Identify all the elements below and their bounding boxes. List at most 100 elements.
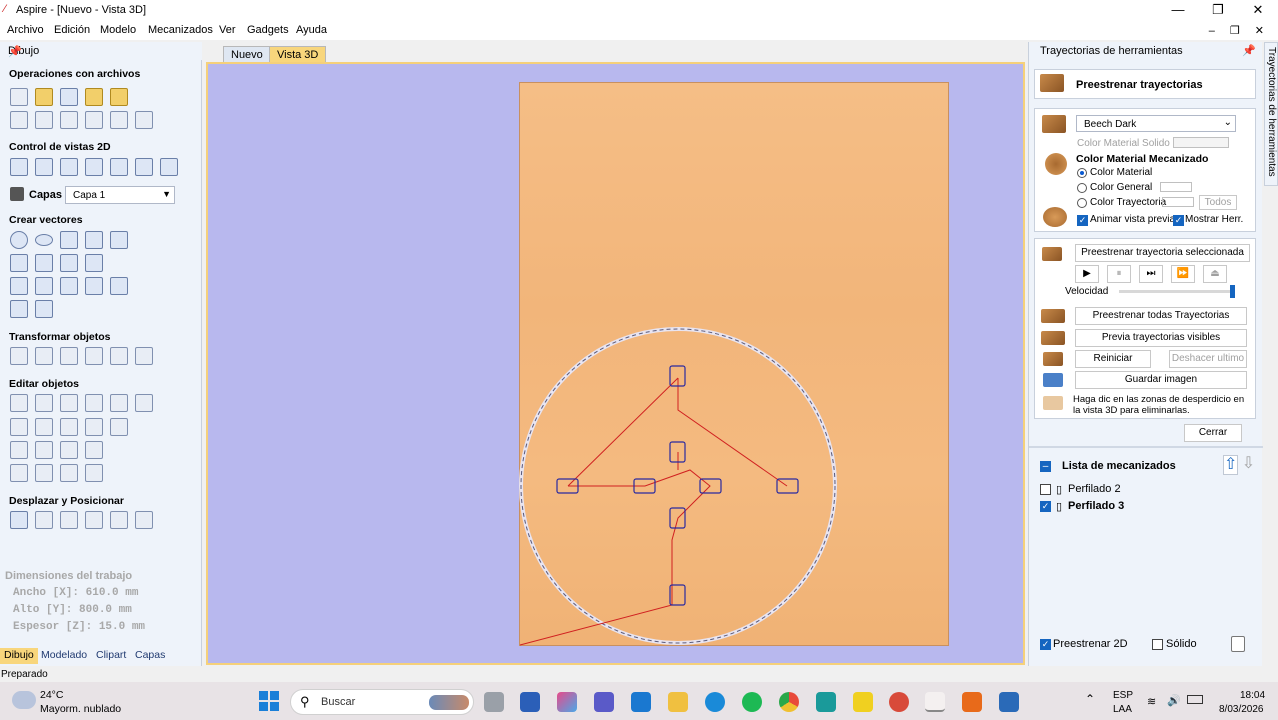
radio-material-label: Color Material — [1090, 167, 1153, 178]
app-icon[interactable] — [999, 692, 1019, 712]
material-value: Beech Dark — [1084, 119, 1137, 130]
close-panel-button[interactable]: Cerrar — [1184, 424, 1242, 442]
radio-general-color[interactable] — [1077, 183, 1087, 193]
preview-header: Preestrenar trayectorias — [1034, 69, 1256, 99]
toolpath-line — [677, 378, 788, 487]
material-icon — [1042, 115, 1066, 133]
sticky-notes-icon[interactable] — [853, 692, 873, 712]
radio-toolpath-label: Color Trayectoria — [1090, 197, 1167, 208]
battery-icon[interactable] — [1187, 695, 1203, 704]
toolpath-checkbox-1[interactable] — [1040, 484, 1051, 495]
radio-general-label: Color General — [1090, 182, 1153, 193]
vertical-tab-toolpaths[interactable]: Trayectorias de herramientas — [1264, 42, 1278, 186]
waste-area-icon — [1043, 396, 1063, 410]
save-image-button[interactable]: Guardar imagen — [1075, 371, 1247, 389]
aspire-taskbar-icon[interactable] — [925, 692, 945, 712]
preview2d-label: Preestrenar 2D — [1053, 638, 1128, 650]
material-select[interactable]: Beech Dark ⌄ — [1076, 115, 1236, 132]
machined-material-icon — [1045, 153, 1067, 175]
reset-view-button[interactable]: ⏏ — [1203, 265, 1227, 283]
weather-temp: 24°C — [40, 689, 64, 701]
arduino-icon[interactable] — [816, 692, 836, 712]
collapse-list-button[interactable]: – — [1040, 461, 1051, 472]
outlook-icon[interactable] — [631, 692, 651, 712]
clock-date[interactable]: 8/03/2026 — [1219, 704, 1264, 715]
word-icon[interactable] — [520, 692, 540, 712]
preview-visible-button[interactable]: Previa trayectorias visibles — [1075, 329, 1247, 347]
copilot-icon[interactable] — [557, 692, 577, 712]
fast-forward-button[interactable]: ⏩ — [1171, 265, 1195, 283]
toolpath-bit-icon: ▯ — [1056, 501, 1063, 513]
spotify-icon[interactable] — [742, 692, 762, 712]
weather-desc: Mayorm. nublado — [40, 703, 122, 715]
toolpath-name-2[interactable]: Perfilado 3 — [1068, 500, 1124, 512]
solid-color-swatch[interactable] — [1173, 137, 1229, 148]
search-icon: ⚲ — [300, 694, 310, 709]
toolpath-name-1[interactable]: Perfilado 2 — [1068, 483, 1121, 495]
vertical-tab-label: Trayectorias de herramientas — [1266, 47, 1277, 177]
preview-all-button[interactable]: Preestrenar todas Trayectorias — [1075, 307, 1247, 325]
teams-icon[interactable] — [594, 692, 614, 712]
selected-toolpath-icon — [1042, 247, 1062, 261]
status-bar: Preparado — [0, 668, 1278, 682]
status-text: Preparado — [1, 669, 48, 680]
speed-slider-thumb[interactable] — [1230, 285, 1235, 298]
radio-material-color[interactable] — [1077, 168, 1087, 178]
toolpath-checkbox-2[interactable]: ✓ — [1040, 501, 1051, 512]
task-view-icon[interactable] — [484, 692, 504, 712]
pause-button[interactable]: ⏸ — [1107, 265, 1131, 283]
animate-tool-icon — [1043, 207, 1067, 227]
solid-label: Sólido — [1166, 638, 1197, 650]
language-1[interactable]: ESP — [1113, 690, 1133, 701]
search-highlight-icon — [429, 695, 469, 710]
preview-controls-box: Preestrenar trayectoria seleccionada ▶ ⏸… — [1034, 238, 1256, 419]
pin-icon[interactable]: 📌 — [1242, 44, 1256, 57]
speed-label: Velocidad — [1065, 286, 1109, 297]
powerpoint-icon[interactable] — [889, 692, 909, 712]
toolpath-line — [567, 377, 679, 487]
move-down-icon[interactable]: ⇩ — [1241, 455, 1256, 475]
undo-last-button[interactable]: Deshacer ultimo — [1169, 350, 1247, 368]
taskbar-search[interactable]: ⚲ Buscar — [290, 689, 474, 715]
general-color-swatch[interactable] — [1160, 182, 1192, 192]
delete-icon[interactable] — [1231, 636, 1245, 652]
clock-time[interactable]: 18:04 — [1240, 690, 1265, 701]
divider — [1029, 446, 1263, 448]
preview-tool-icon — [1040, 74, 1064, 92]
toolpath-color-swatch[interactable] — [1162, 197, 1194, 207]
preview2d-checkbox[interactable]: ✓ — [1040, 639, 1051, 650]
search-placeholder: Buscar — [321, 696, 356, 708]
todos-button[interactable]: Todos — [1199, 195, 1237, 210]
reset-button[interactable]: Reiniciar — [1075, 350, 1151, 368]
fusion-icon[interactable] — [962, 692, 982, 712]
chrome-icon[interactable] — [779, 692, 799, 712]
start-icon[interactable] — [259, 691, 279, 711]
wifi-icon[interactable]: ≋ — [1147, 695, 1156, 708]
reset-icon — [1043, 352, 1063, 366]
weather-cloud-icon[interactable] — [12, 691, 36, 709]
solid-checkbox[interactable] — [1152, 639, 1163, 650]
visible-toolpaths-icon — [1041, 331, 1065, 345]
radio-toolpath-color[interactable] — [1077, 198, 1087, 208]
language-2[interactable]: LAA — [1113, 704, 1132, 715]
all-toolpaths-icon — [1041, 309, 1065, 323]
speaker-icon[interactable]: 🔊 — [1167, 694, 1181, 707]
toolpath-panel: Trayectorias de herramientas 📌 Preestren… — [1028, 42, 1263, 666]
machined-color-label: Color Material Mecanizado — [1076, 153, 1209, 165]
preview-title: Preestrenar trayectorias — [1076, 79, 1203, 91]
toolpath-list-title: Lista de mecanizados — [1062, 460, 1176, 472]
move-up-icon[interactable]: ⇧ — [1223, 455, 1238, 475]
file-explorer-icon[interactable] — [668, 692, 688, 712]
chevron-up-icon[interactable]: ⌃ — [1085, 692, 1095, 706]
waste-hint: Haga dic en las zonas de desperdicio en … — [1073, 394, 1245, 416]
preview-selected-button[interactable]: Preestrenar trayectoria seleccionada — [1075, 244, 1250, 262]
edge-icon[interactable] — [705, 692, 725, 712]
show-tool-checkbox[interactable]: ✓ — [1173, 215, 1184, 226]
speed-slider[interactable] — [1119, 285, 1235, 298]
animate-checkbox[interactable]: ✓ — [1077, 215, 1088, 226]
step-button[interactable]: ⏭ — [1139, 265, 1163, 283]
toolpath-bit-icon: ▯ — [1056, 484, 1063, 496]
toolpath-panel-title: Trayectorias de herramientas — [1040, 45, 1183, 57]
play-button[interactable]: ▶ — [1075, 265, 1099, 283]
save-image-icon — [1043, 373, 1063, 387]
